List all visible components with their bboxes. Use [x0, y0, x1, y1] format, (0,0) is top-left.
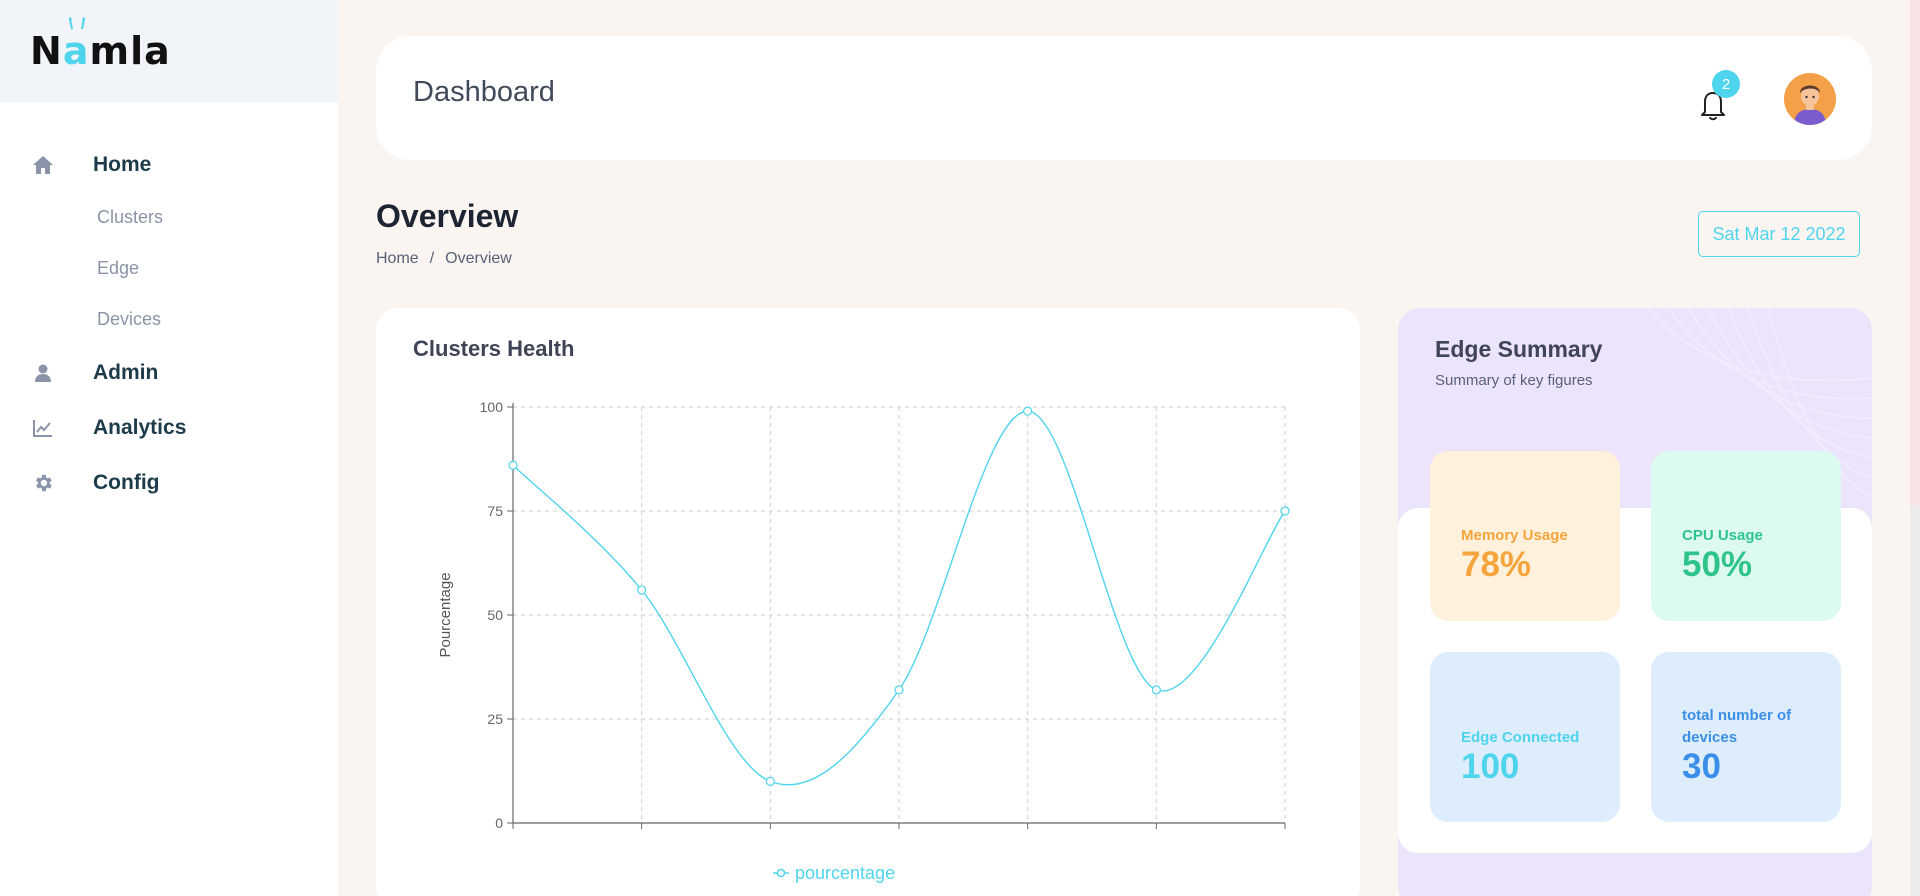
- y-axis-label: Pourcentage: [437, 572, 454, 657]
- stat-card-edge-connected: Edge Connected 100: [1430, 652, 1620, 822]
- breadcrumb: Home / Overview: [376, 250, 512, 268]
- legend-marker: [776, 868, 786, 878]
- sidebar-item-label: Home: [93, 152, 152, 176]
- home-submenu: Clusters Edge Devices: [0, 192, 338, 345]
- brand-logo[interactable]: Namla: [30, 17, 171, 73]
- clusters-health-chart: 0 25 50 75 100 Pourcentage pourcentage: [437, 399, 1290, 883]
- logo-area: Namla: [0, 0, 338, 102]
- stat-label: total number of devices: [1682, 707, 1792, 746]
- card-subtitle: Summary of key figures: [1435, 372, 1593, 389]
- data-point: [765, 776, 775, 786]
- data-point: [508, 460, 518, 470]
- legend-label: pourcentage: [795, 863, 895, 883]
- antenna-icon: [68, 17, 85, 29]
- y-tick-label: 75: [487, 503, 503, 519]
- sidebar-subitem-clusters[interactable]: Clusters: [0, 192, 338, 243]
- clusters-health-card: Clusters Health 0 25 50 75 100 Pourcentage pou…: [376, 308, 1360, 896]
- logo-text-accent: a: [63, 17, 90, 73]
- data-point: [1151, 685, 1161, 695]
- chart-line-icon: [31, 416, 55, 440]
- sidebar-item-label: Admin: [93, 360, 159, 384]
- stat-value: 50%: [1682, 545, 1753, 584]
- stat-card-cpu-usage: CPU Usage 50%: [1651, 451, 1841, 621]
- sidebar-nav: Home Clusters Edge Devices Admin Analyti…: [0, 102, 338, 510]
- date-button[interactable]: Sat Mar 12 2022: [1698, 211, 1860, 257]
- sidebar-subitem-edge[interactable]: Edge: [0, 243, 338, 294]
- notification-badge[interactable]: 2: [1712, 70, 1740, 98]
- home-icon: [31, 153, 55, 177]
- sidebar-item-home[interactable]: Home: [0, 137, 338, 192]
- sidebar-item-label: Analytics: [93, 415, 187, 439]
- avatar[interactable]: [1784, 73, 1836, 125]
- stat-label: CPU Usage: [1682, 527, 1763, 544]
- logo-text-pre: N: [30, 29, 63, 73]
- top-header: Dashboard 2: [376, 36, 1872, 160]
- data-point: [637, 585, 647, 595]
- stat-label: Memory Usage: [1461, 527, 1568, 544]
- stat-label: Edge Connected: [1461, 729, 1580, 746]
- card-title: Edge Summary: [1435, 336, 1603, 362]
- user-icon: [31, 361, 55, 385]
- stat-value: 30: [1682, 747, 1721, 786]
- stat-value: 78%: [1461, 545, 1532, 584]
- stat-value: 100: [1461, 747, 1520, 786]
- page-scrollbar[interactable]: [1910, 0, 1920, 896]
- sidebar-item-analytics[interactable]: Analytics: [0, 400, 338, 455]
- section-title: Overview: [376, 198, 519, 234]
- sidebar: Namla Home Clusters Edge Devices Admin A…: [0, 0, 338, 896]
- sidebar-item-label: Config: [93, 470, 160, 494]
- gear-icon: [31, 471, 55, 495]
- breadcrumb-item-current: Overview: [445, 250, 512, 267]
- page-title: Dashboard: [413, 76, 555, 108]
- y-tick-label: 0: [495, 815, 503, 831]
- y-tick-label: 100: [480, 399, 504, 415]
- stat-card-total-devices: total number of devices 30: [1651, 652, 1841, 822]
- breadcrumb-separator: /: [429, 250, 435, 267]
- data-point: [1280, 506, 1290, 516]
- y-tick-label: 25: [487, 711, 503, 727]
- sidebar-item-config[interactable]: Config: [0, 455, 338, 510]
- sidebar-item-admin[interactable]: Admin: [0, 345, 338, 400]
- sidebar-subitem-devices[interactable]: Devices: [0, 294, 338, 345]
- edge-summary-card: Edge Summary Summary of key figures Memo…: [1398, 308, 1872, 896]
- data-point: [1023, 406, 1033, 416]
- data-point: [894, 685, 904, 695]
- breadcrumb-item-home[interactable]: Home: [376, 250, 419, 267]
- scrollbar-thumb[interactable]: [1910, 0, 1920, 505]
- logo-text-post: mla: [89, 29, 171, 73]
- stat-card-memory-usage: Memory Usage 78%: [1430, 451, 1620, 621]
- y-tick-label: 50: [487, 607, 503, 623]
